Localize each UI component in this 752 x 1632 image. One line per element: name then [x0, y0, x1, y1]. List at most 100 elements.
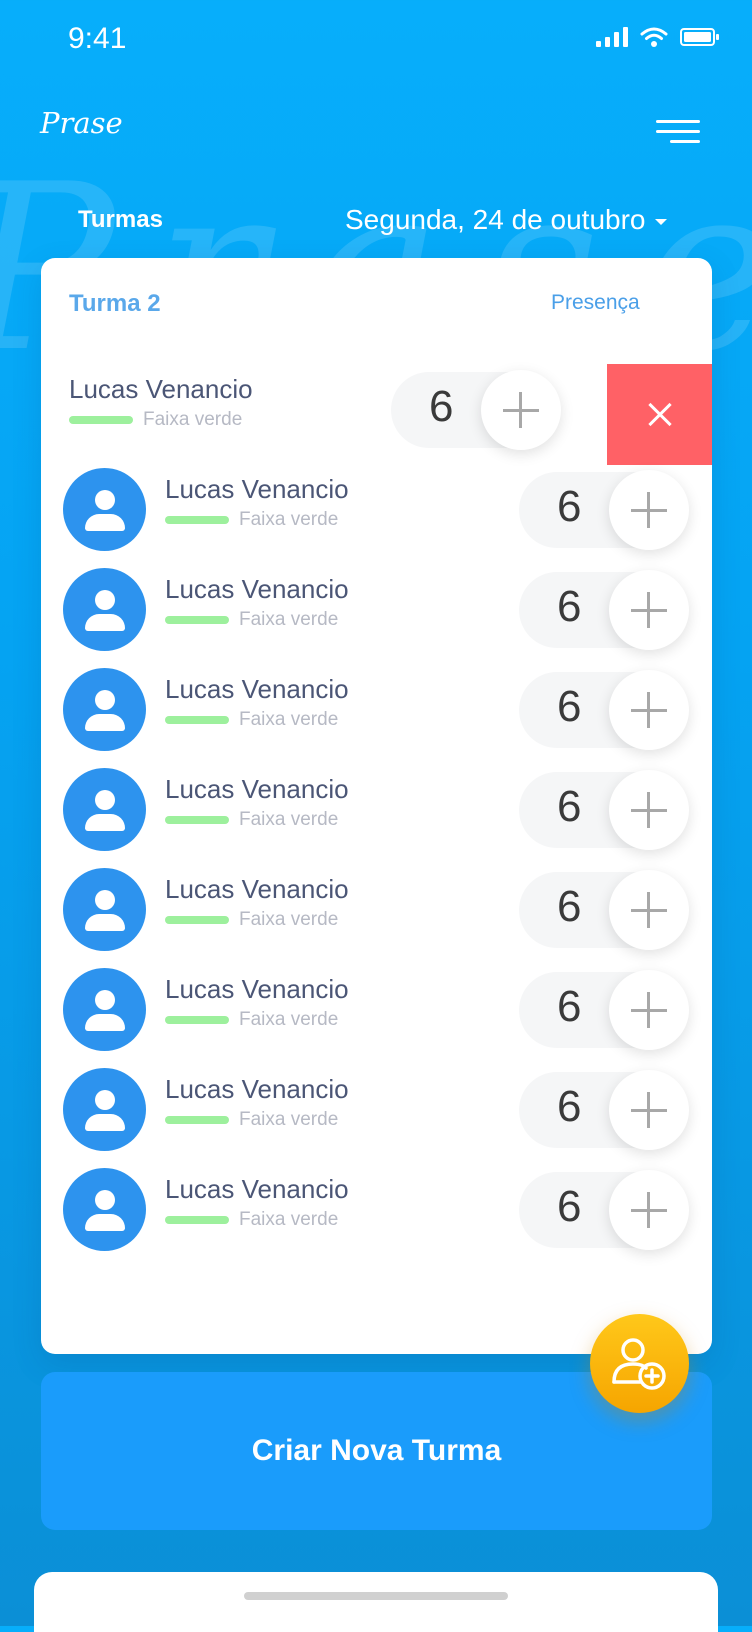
user-avatar-icon — [63, 468, 146, 551]
plus-icon[interactable] — [609, 570, 689, 650]
plus-icon[interactable] — [609, 1070, 689, 1150]
belt-color-bar — [165, 1016, 229, 1024]
plus-icon[interactable] — [609, 970, 689, 1050]
close-icon[interactable] — [607, 364, 712, 465]
student-belt: Faixa verde — [239, 809, 339, 830]
student-belt: Faixa verde — [239, 1109, 339, 1130]
user-avatar-icon — [63, 1068, 146, 1151]
student-belt: Faixa verde — [143, 409, 243, 430]
student-row[interactable]: Lucas Venancio Faixa verde 6 — [41, 464, 712, 554]
student-info: Lucas Venancio Faixa verde — [165, 674, 349, 731]
plus-icon[interactable] — [609, 1170, 689, 1250]
date-label: Segunda, 24 de outubro — [345, 204, 646, 235]
user-avatar-icon — [63, 568, 146, 651]
attendance-counter: 6 — [519, 770, 689, 850]
attendance-counter: 6 — [519, 1170, 689, 1250]
student-belt: Faixa verde — [239, 909, 339, 930]
class-title: Turma 2 — [69, 290, 161, 317]
belt-color-bar — [165, 916, 229, 924]
belt-color-bar — [165, 1216, 229, 1224]
app-logo: Prase — [40, 106, 123, 140]
add-student-button[interactable] — [590, 1314, 689, 1413]
attendance-counter: 6 — [391, 370, 561, 450]
student-row-swiped[interactable]: Lucas Venancio Faixa verde 6 — [41, 364, 712, 465]
student-name: Lucas Venancio — [165, 774, 349, 804]
student-row[interactable]: Lucas Venancio Faixa verde 6 — [41, 564, 712, 654]
plus-icon[interactable] — [609, 470, 689, 550]
student-name: Lucas Venancio — [165, 474, 349, 504]
wifi-icon — [640, 27, 668, 47]
attendance-counter: 6 — [519, 470, 689, 550]
user-avatar-icon — [63, 768, 146, 851]
student-row[interactable]: Lucas Venancio Faixa verde 6 — [41, 1064, 712, 1154]
plus-icon[interactable] — [609, 770, 689, 850]
status-bar: 9:41 — [0, 0, 752, 80]
attendance-count: 6 — [557, 882, 582, 931]
attendance-counter: 6 — [519, 970, 689, 1050]
tab-turmas[interactable]: Turmas — [78, 206, 163, 234]
attendance-counter: 6 — [519, 1070, 689, 1150]
attendance-count: 6 — [557, 1182, 582, 1231]
student-belt: Faixa verde — [239, 509, 339, 530]
user-avatar-icon — [63, 968, 146, 1051]
attendance-counter: 6 — [519, 670, 689, 750]
student-name: Lucas Venancio — [165, 974, 349, 1004]
plus-icon[interactable] — [481, 370, 561, 450]
class-card: Turma 2 Presença Lucas Venancio Faixa ve… — [41, 258, 712, 1354]
belt-color-bar — [165, 816, 229, 824]
student-row[interactable]: Lucas Venancio Faixa verde 6 — [41, 964, 712, 1054]
belt-color-bar — [165, 616, 229, 624]
student-name: Lucas Venancio — [165, 1074, 349, 1104]
home-indicator[interactable] — [244, 1592, 508, 1600]
student-name: Lucas Venancio — [165, 574, 349, 604]
status-icons — [596, 26, 720, 48]
student-info: Lucas Venancio Faixa verde — [165, 574, 349, 631]
student-name: Lucas Venancio — [165, 674, 349, 704]
signal-icon — [596, 27, 628, 47]
student-info: Lucas Venancio Faixa verde — [165, 1074, 349, 1131]
student-name: Lucas Venancio — [165, 874, 349, 904]
add-user-icon — [612, 1338, 666, 1390]
attendance-count: 6 — [557, 482, 582, 531]
attendance-count: 6 — [557, 582, 582, 631]
belt-color-bar — [165, 1116, 229, 1124]
attendance-count: 6 — [557, 982, 582, 1031]
student-info: Lucas Venancio Faixa verde — [165, 874, 349, 931]
student-row[interactable]: Lucas Venancio Faixa verde 6 — [41, 1164, 712, 1254]
student-row[interactable]: Lucas Venancio Faixa verde 6 — [41, 864, 712, 954]
student-name: Lucas Venancio — [69, 374, 253, 404]
student-info: Lucas Venancio Faixa verde — [69, 374, 253, 431]
plus-icon[interactable] — [609, 670, 689, 750]
attendance-count: 6 — [429, 382, 454, 431]
attendance-counter: 6 — [519, 570, 689, 650]
plus-icon[interactable] — [609, 870, 689, 950]
student-info: Lucas Venancio Faixa verde — [165, 974, 349, 1031]
student-info: Lucas Venancio Faixa verde — [165, 474, 349, 531]
menu-icon[interactable] — [656, 120, 700, 150]
student-row[interactable]: Lucas Venancio Faixa verde 6 — [41, 664, 712, 754]
student-belt: Faixa verde — [239, 609, 339, 630]
student-info: Lucas Venancio Faixa verde — [165, 1174, 349, 1231]
presence-link[interactable]: Presença — [551, 291, 640, 315]
battery-icon — [680, 28, 719, 46]
belt-color-bar — [69, 416, 133, 424]
student-row[interactable]: Lucas Venancio Faixa verde 6 — [41, 764, 712, 854]
attendance-count: 6 — [557, 682, 582, 731]
student-info: Lucas Venancio Faixa verde — [165, 774, 349, 831]
caret-down-icon — [655, 219, 668, 225]
attendance-counter: 6 — [519, 870, 689, 950]
date-selector[interactable]: Segunda, 24 de outubro — [345, 204, 668, 236]
student-belt: Faixa verde — [239, 1009, 339, 1030]
user-avatar-icon — [63, 668, 146, 751]
attendance-count: 6 — [557, 1082, 582, 1131]
student-belt: Faixa verde — [239, 709, 339, 730]
status-time: 9:41 — [68, 22, 127, 55]
belt-color-bar — [165, 716, 229, 724]
bottom-sheet[interactable] — [34, 1572, 718, 1632]
student-name: Lucas Venancio — [165, 1174, 349, 1204]
user-avatar-icon — [63, 1168, 146, 1251]
belt-color-bar — [165, 516, 229, 524]
attendance-count: 6 — [557, 782, 582, 831]
student-belt: Faixa verde — [239, 1209, 339, 1230]
user-avatar-icon — [63, 868, 146, 951]
